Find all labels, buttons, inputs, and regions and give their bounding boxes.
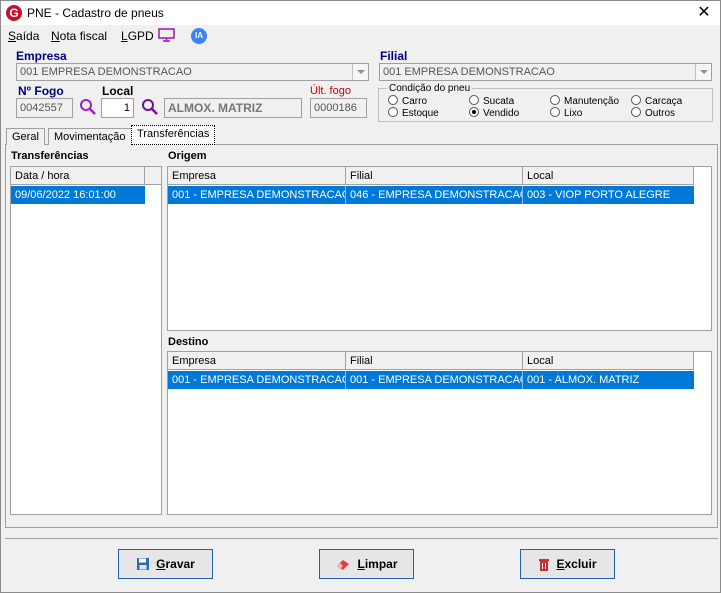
local-label: Local [102,84,134,98]
table-row[interactable]: 001 - EMPRESA DEMONSTRACAO 001 - EMPRESA… [168,371,694,389]
menu-bar [1,25,720,45]
ult-fogo-field: 0000186 [310,98,367,118]
empresa-label: Empresa [16,49,67,63]
column-header[interactable]: Data / hora [11,167,145,185]
radio-dot-selected [469,107,479,117]
tab-movimentacao[interactable]: Movimentação [48,128,132,145]
title-bar: G PNE - Cadastro de pneus ✕ [1,1,720,25]
table-cell: 001 - EMPRESA DEMONSTRACAO [346,371,523,389]
grid-header: Empresa Filial Local [168,167,694,185]
radio-dot [388,107,398,117]
close-button[interactable]: ✕ [694,3,714,23]
column-header[interactable]: Filial [346,352,523,370]
save-icon [137,558,150,570]
table-cell: 001 - EMPRESA DEMONSTRACAO [168,371,346,389]
chevron-down-icon[interactable] [695,64,711,80]
grid-header: Empresa Filial Local [168,352,694,370]
app-logo-icon: G [6,5,22,21]
tab-geral[interactable]: Geral [6,128,45,145]
table-cell: 001 - ALMOX. MATRIZ [527,374,640,386]
fogo-input[interactable]: 0042557 [16,98,73,118]
radio-vendido[interactable]: Vendido [469,107,519,119]
table-cell: 003 - VIOP PORTO ALEGRE [527,189,671,201]
radio-dot [631,107,641,117]
radio-dot [469,95,479,105]
search-icon[interactable] [141,98,159,116]
excluir-button[interactable]: Excluir [520,549,615,579]
origem-grid[interactable]: Empresa Filial Local 001 - EMPRESA DEMON… [167,166,712,331]
radio-sucata[interactable]: Sucata [469,95,514,107]
destino-title: Destino [168,336,209,348]
main-window: G PNE - Cadastro de pneus ✕ Saída Nota f… [0,0,721,593]
table-row[interactable]: 09/06/2022 16:01:00 [11,186,145,204]
origem-title: Origem [168,150,207,162]
monitor-icon[interactable] [158,28,175,42]
radio-dot [550,95,560,105]
radio-dot [388,95,398,105]
grid-header: Data / hora [11,167,161,185]
menu-saida[interactable]: Saída [8,29,39,43]
empresa-value: 001 EMPRESA DEMONSTRACAO [20,66,192,78]
ult-fogo-label: Últ. fogo [310,85,351,97]
filial-label: Filial [380,49,408,63]
filial-combo[interactable]: 001 EMPRESA DEMONSTRACAO [379,63,712,81]
radio-estoque[interactable]: Estoque [388,107,439,119]
column-header[interactable]: Empresa [168,352,346,370]
radio-carcaca[interactable]: Carcaça [631,95,682,107]
tab-transferencias[interactable]: Transferências [131,125,216,145]
condicao-title: Condição do pneu [387,83,473,94]
column-header[interactable]: Empresa [168,167,346,185]
eraser-icon [337,560,350,570]
column-header[interactable]: Local [523,167,694,185]
search-icon[interactable] [79,98,97,116]
column-header[interactable]: Filial [346,167,523,185]
gravar-button[interactable]: Gravar [118,549,213,579]
radio-outros[interactable]: Outros [631,107,675,119]
table-cell: 09/06/2022 16:01:00 [15,189,116,201]
menu-lgpd[interactable]: LGPD [121,29,154,43]
radio-lixo[interactable]: Lixo [550,107,582,119]
table-cell: 046 - EMPRESA DEMONSTRACAO [346,186,523,204]
transferencias-grid[interactable]: Data / hora 09/06/2022 16:01:00 [10,166,162,515]
window-title: PNE - Cadastro de pneus [27,6,164,20]
table-row[interactable]: 001 - EMPRESA DEMONSTRACAO 046 - EMPRESA… [168,186,694,204]
local-name-field: ALMOX. MATRIZ [164,98,302,118]
table-cell: 001 - EMPRESA DEMONSTRACAO [168,186,346,204]
ia-assistant-icon[interactable]: IA [191,28,207,44]
empresa-combo[interactable]: 001 EMPRESA DEMONSTRACAO [16,63,369,81]
destino-grid[interactable]: Empresa Filial Local 001 - EMPRESA DEMON… [167,351,712,515]
limpar-button[interactable]: Limpar [319,549,414,579]
radio-dot [550,107,560,117]
transferencias-title: Transferências [11,150,89,162]
radio-dot [631,95,641,105]
radio-manutencao[interactable]: Manutenção [550,95,619,107]
local-input[interactable]: 1 [101,98,134,118]
column-header[interactable]: Local [523,352,694,370]
filial-value: 001 EMPRESA DEMONSTRACAO [383,66,555,78]
fogo-label: Nº Fogo [18,84,64,98]
trash-icon [539,558,550,571]
radio-carro[interactable]: Carro [388,95,427,107]
chevron-down-icon[interactable] [352,64,368,80]
menu-nota-fiscal[interactable]: Nota fiscal [51,29,107,43]
